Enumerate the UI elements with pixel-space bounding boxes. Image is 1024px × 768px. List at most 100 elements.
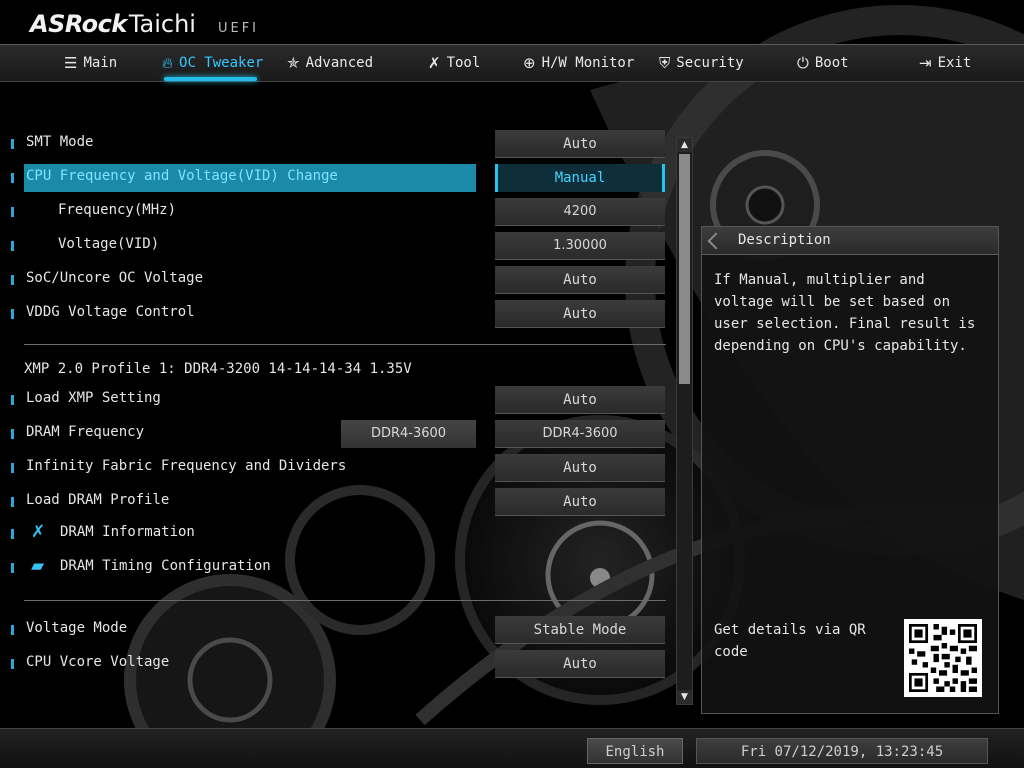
setting-label: Voltage Mode bbox=[26, 620, 128, 636]
tab-exit-label: Exit bbox=[937, 55, 972, 71]
flame-icon: 🔥︎ bbox=[162, 54, 174, 72]
scroll-thumb[interactable] bbox=[679, 154, 690, 384]
row-marker bbox=[11, 497, 14, 507]
setting-value[interactable]: Auto bbox=[495, 650, 665, 678]
tab-exit[interactable]: ⇥ Exit bbox=[919, 45, 971, 81]
section-divider bbox=[24, 600, 666, 601]
setting-label: DRAM Timing Configuration bbox=[60, 558, 271, 574]
setting-value[interactable]: Auto bbox=[495, 130, 665, 158]
tab-tool[interactable]: ✗ Tool bbox=[428, 45, 480, 81]
setting-label: Infinity Fabric Frequency and Dividers bbox=[26, 458, 347, 474]
setting-cpu-freq-vid[interactable]: CPU Frequency and Voltage(VID) Change Ma… bbox=[0, 164, 670, 192]
row-marker bbox=[11, 275, 14, 285]
scroll-up-arrow-icon[interactable]: ▲ bbox=[677, 138, 692, 152]
firmware-label: UEFI bbox=[217, 21, 260, 36]
exit-icon: ⇥ bbox=[919, 54, 932, 72]
setting-voltage-mode[interactable]: Voltage Mode Stable Mode bbox=[0, 616, 670, 644]
row-marker bbox=[11, 463, 14, 473]
shield-icon: ⛨ bbox=[659, 54, 671, 72]
setting-label: DRAM Information bbox=[60, 524, 195, 540]
setting-value[interactable]: Auto bbox=[495, 386, 665, 414]
tools-icon: ✗ bbox=[31, 522, 46, 542]
setting-cpu-vcore-voltage[interactable]: CPU Vcore Voltage Auto bbox=[0, 650, 670, 678]
list-icon: ☰ bbox=[64, 54, 78, 72]
brand-name: ASRock bbox=[30, 10, 127, 38]
section-divider bbox=[24, 344, 666, 345]
board-model: Taichi bbox=[128, 10, 196, 38]
setting-value[interactable]: Stable Mode bbox=[495, 616, 665, 644]
bottom-bar: English Fri 07/12/2019, 13:23:45 bbox=[0, 728, 1024, 768]
tab-advanced-label: Advanced bbox=[305, 55, 374, 71]
setting-label: Frequency(MHz) bbox=[58, 202, 177, 218]
setting-label: Load XMP Setting bbox=[26, 390, 161, 406]
setting-value[interactable]: DDR4-3600 bbox=[495, 420, 665, 448]
qr-code-icon bbox=[909, 624, 977, 692]
row-marker bbox=[11, 563, 14, 573]
row-marker bbox=[11, 173, 14, 183]
scroll-down-arrow-icon[interactable]: ▼ bbox=[677, 690, 692, 704]
description-header: Description bbox=[702, 227, 998, 255]
setting-label: SMT Mode bbox=[26, 134, 94, 150]
setting-value[interactable]: Auto bbox=[495, 266, 665, 294]
setting-frequency[interactable]: Frequency(MHz) 4200 bbox=[0, 198, 670, 226]
qr-code bbox=[904, 619, 982, 697]
tab-main[interactable]: ☰ Main bbox=[64, 45, 117, 81]
setting-value[interactable]: Auto bbox=[495, 454, 665, 482]
setting-soc-uncore-voltage[interactable]: SoC/Uncore OC Voltage Auto bbox=[0, 266, 670, 294]
tab-boot-label: Boot bbox=[814, 55, 849, 71]
submenu-dram-information[interactable]: ✗ DRAM Information bbox=[0, 520, 670, 548]
tools-icon: ✗ bbox=[428, 54, 441, 72]
setting-label: CPU Vcore Voltage bbox=[26, 654, 170, 670]
tab-hw-monitor-label: H/W Monitor bbox=[541, 55, 635, 71]
setting-label: SoC/Uncore OC Voltage bbox=[26, 270, 204, 286]
tab-oc-tweaker[interactable]: 🔥︎ OC Tweaker bbox=[162, 45, 263, 81]
setting-value[interactable]: Auto bbox=[495, 488, 665, 516]
setting-voltage-vid[interactable]: Voltage(VID) 1.30000 bbox=[0, 232, 670, 260]
setting-label: DRAM Frequency bbox=[26, 424, 145, 440]
description-text: If Manual, multiplier and voltage will b… bbox=[714, 272, 976, 354]
row-marker bbox=[11, 241, 14, 251]
submenu-dram-timing[interactable]: ▰ DRAM Timing Configuration bbox=[0, 554, 670, 582]
chevron-icon bbox=[707, 232, 725, 250]
tab-security-label: Security bbox=[676, 55, 744, 71]
setting-dram-frequency[interactable]: DRAM Frequency DDR4-3600 DDR4-3600 bbox=[0, 420, 670, 448]
setting-value[interactable]: Auto bbox=[495, 300, 665, 328]
tab-main-label: Main bbox=[83, 55, 118, 71]
setting-load-dram-profile[interactable]: Load DRAM Profile Auto bbox=[0, 488, 670, 516]
settings-scrollbar[interactable]: ▲ ▼ bbox=[676, 137, 693, 705]
setting-infinity-fabric[interactable]: Infinity Fabric Frequency and Dividers A… bbox=[0, 454, 670, 482]
tab-security[interactable]: ⛨ Security bbox=[659, 45, 744, 81]
xmp-profile-info: XMP 2.0 Profile 1: DDR4-3200 14-14-14-34… bbox=[24, 361, 412, 377]
tab-advanced[interactable]: ✯ Advanced bbox=[287, 45, 373, 81]
current-dram-frequency: DDR4-3600 bbox=[341, 420, 476, 448]
setting-label: Load DRAM Profile bbox=[26, 492, 170, 508]
row-marker bbox=[11, 139, 14, 149]
row-marker bbox=[11, 395, 14, 405]
tab-boot[interactable]: ⏻ Boot bbox=[797, 45, 849, 81]
setting-label: VDDG Voltage Control bbox=[26, 304, 195, 320]
qr-hint: Get details via QR code bbox=[714, 622, 866, 660]
setting-vddg-voltage[interactable]: VDDG Voltage Control Auto bbox=[0, 300, 670, 328]
folder-icon: ▰ bbox=[31, 556, 45, 576]
setting-value[interactable]: Manual bbox=[495, 164, 665, 192]
row-marker bbox=[11, 309, 14, 319]
row-marker bbox=[11, 529, 14, 539]
setting-value[interactable]: 4200 bbox=[495, 198, 665, 226]
tab-oc-tweaker-label: OC Tweaker bbox=[179, 55, 264, 71]
description-panel: Description If Manual, multiplier and vo… bbox=[701, 226, 999, 714]
brand-logo: ASRock Taichi UEFI bbox=[30, 10, 259, 42]
row-marker bbox=[11, 207, 14, 217]
setting-load-xmp[interactable]: Load XMP Setting Auto bbox=[0, 386, 670, 414]
setting-smt-mode[interactable]: SMT Mode Auto bbox=[0, 130, 670, 158]
tab-hw-monitor[interactable]: ⊕ H/W Monitor bbox=[523, 45, 634, 81]
row-marker bbox=[11, 625, 14, 635]
setting-value[interactable]: 1.30000 bbox=[495, 232, 665, 260]
description-title: Description bbox=[738, 232, 831, 248]
setting-label: CPU Frequency and Voltage(VID) Change bbox=[26, 168, 338, 184]
row-marker bbox=[11, 659, 14, 669]
language-button[interactable]: English bbox=[587, 738, 683, 764]
star-icon: ✯ bbox=[287, 54, 300, 72]
crosshair-icon: ⊕ bbox=[523, 54, 536, 72]
power-icon: ⏻ bbox=[797, 54, 809, 72]
row-marker bbox=[11, 429, 14, 439]
